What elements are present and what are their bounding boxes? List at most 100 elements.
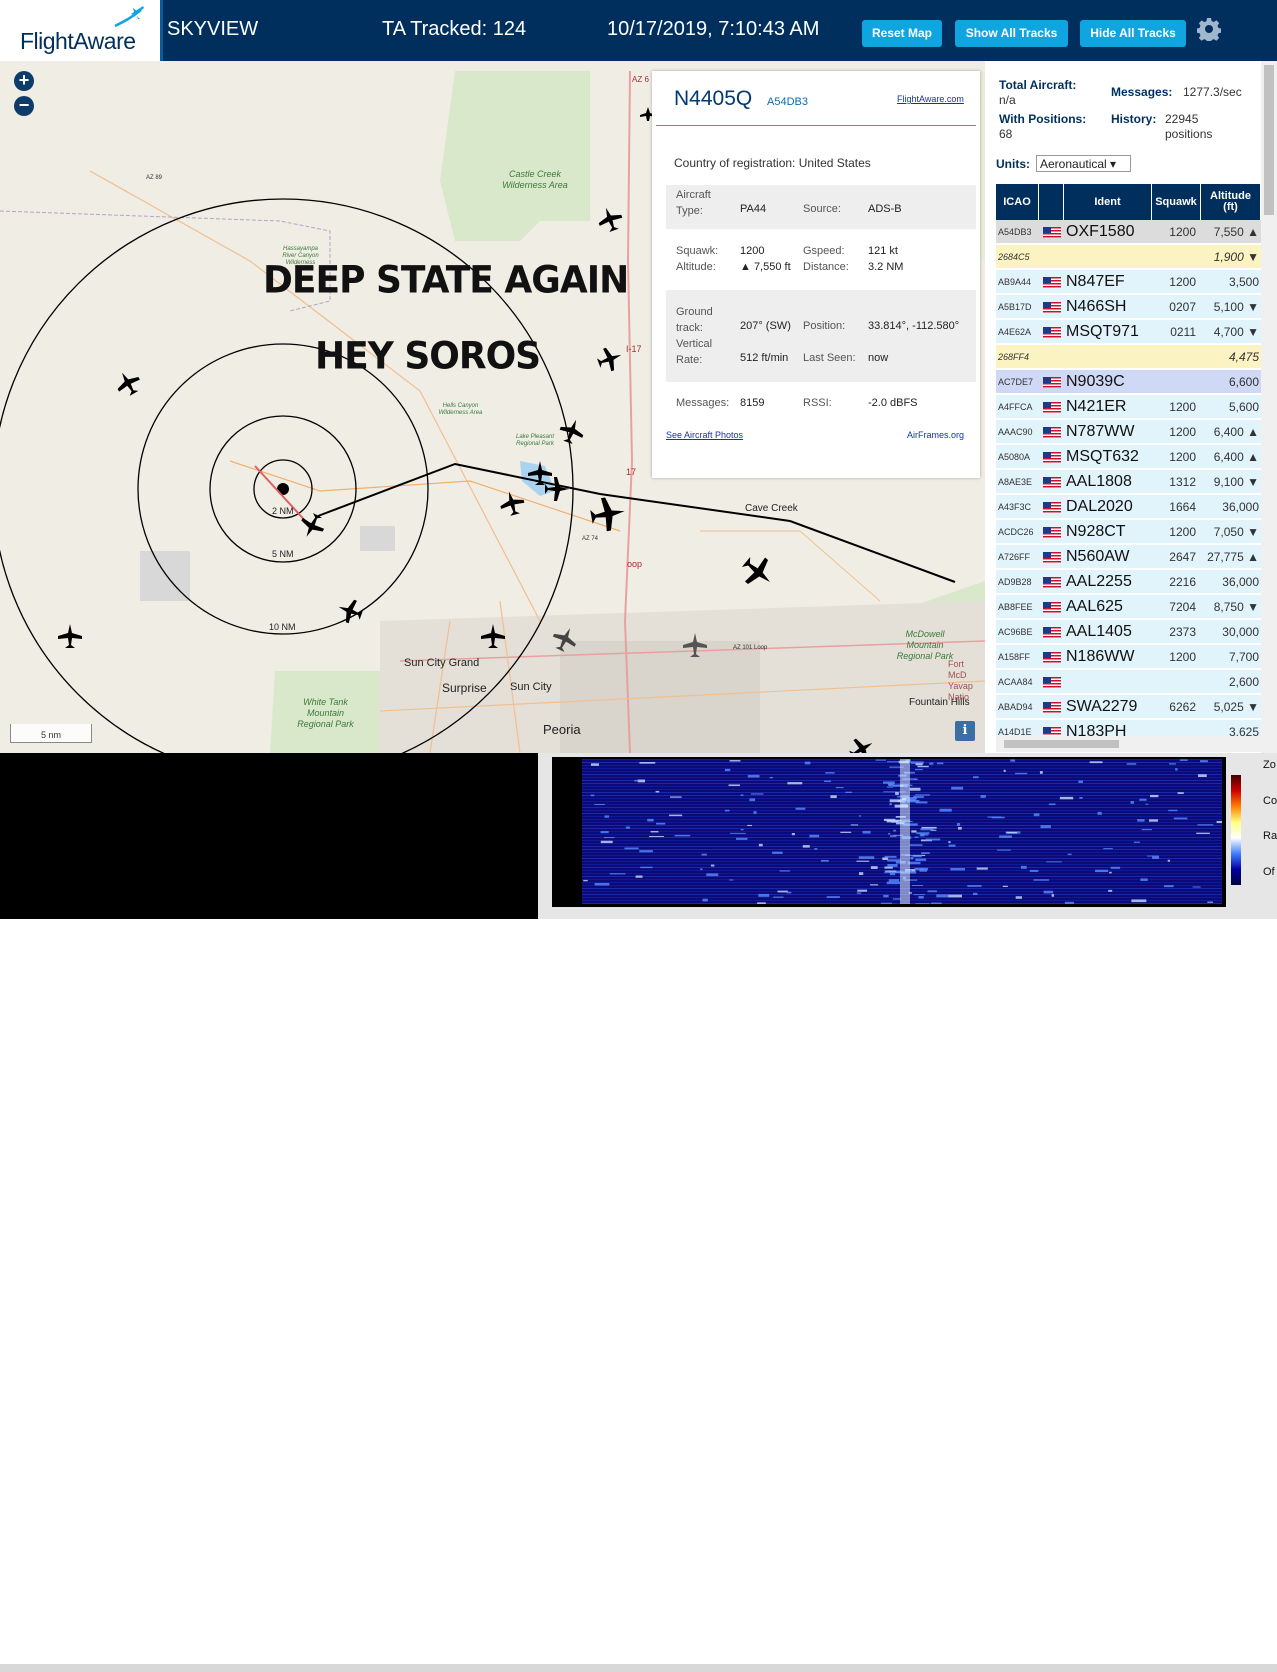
ground-track-value: 207° (SW): [740, 320, 791, 332]
table-row[interactable]: A54DB3OXF158012007,550 ▲: [996, 220, 1261, 244]
waterfall-display[interactable]: [582, 759, 1222, 904]
units-label: Units:: [996, 157, 1030, 171]
flag-cell: [1041, 495, 1061, 519]
flightaware-logo[interactable]: FlightAware: [0, 0, 163, 61]
table-row[interactable]: AC7DE7N9039C6,600: [996, 370, 1261, 394]
altitude-cell: 4,700 ▼: [1201, 320, 1261, 344]
selected-ident: N4405Q: [674, 87, 752, 111]
table-row[interactable]: A158FFN186WW12007,700: [996, 645, 1261, 669]
messages-label: Messages:: [1111, 85, 1172, 99]
waterfall-window: Zo Con Ra Of: [538, 753, 1277, 919]
ident-cell: N847EF: [1064, 270, 1152, 294]
with-positions-value: 68: [999, 127, 1012, 141]
scrollbar-thumb[interactable]: [1264, 65, 1274, 215]
us-flag-icon: [1043, 427, 1061, 438]
table-row[interactable]: ACAA842,600: [996, 670, 1261, 694]
position-value: 33.814°, -112.580°: [868, 320, 959, 332]
altitude-cell: 36,000: [1201, 570, 1261, 594]
reset-map-button[interactable]: Reset Map: [862, 20, 942, 47]
table-row[interactable]: A4E62AMSQT97102114,700 ▼: [996, 320, 1261, 344]
info-button[interactable]: i: [955, 721, 975, 741]
column-header-icao[interactable]: ICAO: [996, 184, 1039, 220]
table-row[interactable]: A43F3CDAL2020166436,000: [996, 495, 1261, 519]
table-row[interactable]: AB8FEEAAL62572048,750 ▼: [996, 595, 1261, 619]
track-block: Ground track: 207° (SW) Position: 33.814…: [666, 290, 976, 382]
icao-cell: A5B17D: [996, 295, 1039, 319]
icao-cell: ACAA84: [996, 670, 1039, 694]
flag-cell: [1041, 295, 1061, 319]
altitude-cell: 4,475: [1201, 345, 1261, 369]
altitude-cell: 5,100 ▼: [1201, 295, 1261, 319]
icao-cell: 268FF4: [996, 345, 1039, 369]
flag-cell: [1041, 520, 1061, 544]
table-row[interactable]: A5B17DN466SH02075,100 ▼: [996, 295, 1261, 319]
icao-cell: 2684C5: [996, 245, 1039, 269]
ident-cell: DAL2020: [1064, 495, 1152, 519]
icao-cell: A5080A: [996, 445, 1039, 469]
gear-icon[interactable]: [1197, 17, 1221, 41]
selected-hex[interactable]: A54DB3: [767, 96, 808, 108]
squawk-cell: [1152, 670, 1200, 694]
scrollbar-thumb[interactable]: [1004, 740, 1119, 748]
airframes-link[interactable]: AirFrames.org: [907, 430, 964, 440]
table-row[interactable]: A5080AMSQT63212006,400 ▲: [996, 445, 1261, 469]
show-all-tracks-button[interactable]: Show All Tracks: [955, 20, 1068, 47]
table-row[interactable]: A14D1EN183PH3,625: [996, 720, 1261, 736]
rssi-value: -2.0 dBFS: [868, 397, 918, 409]
units-select[interactable]: Aeronautical ▾: [1036, 155, 1131, 172]
table-row[interactable]: A8AE3EAAL180813129,100 ▼: [996, 470, 1261, 494]
flag-cell: [1041, 445, 1061, 469]
flag-cell: [1041, 320, 1061, 344]
table-row[interactable]: AAAC90N787WW12006,400 ▲: [996, 420, 1261, 444]
table-row[interactable]: AC96BEAAL1405237330,000: [996, 620, 1261, 644]
us-flag-icon: [1043, 527, 1061, 538]
zoom-out-button[interactable]: −: [14, 96, 34, 116]
aircraft-photos-link[interactable]: See Aircraft Photos: [666, 430, 743, 440]
ident-cell: N928CT: [1064, 520, 1152, 544]
squawk-cell: 1200: [1152, 645, 1200, 669]
taskbar: [0, 1664, 1277, 1672]
last-seen-label: Last Seen:: [803, 352, 856, 364]
table-row[interactable]: AB9A44N847EF12003,500: [996, 270, 1261, 294]
town-label: Surprise: [442, 681, 487, 695]
logo-text: FlightAware: [20, 28, 136, 55]
overlay-text: HEY SOROS: [315, 335, 540, 378]
road-label: oop: [627, 559, 642, 569]
ident-cell: AAL1808: [1064, 470, 1152, 494]
table-row[interactable]: A4FFCAN421ER12005,600: [996, 395, 1261, 419]
flag-cell: [1041, 645, 1061, 669]
ident-cell: N466SH: [1064, 295, 1152, 319]
icao-cell: A158FF: [996, 645, 1039, 669]
zoom-in-button[interactable]: +: [14, 71, 34, 91]
horizontal-scrollbar[interactable]: [996, 736, 1261, 752]
source-value: ADS-B: [868, 203, 902, 215]
table-row[interactable]: ABAD94SWA227962625,025 ▼: [996, 695, 1261, 719]
ident-cell: [1064, 345, 1152, 369]
us-flag-icon: [1043, 377, 1061, 388]
table-row[interactable]: 268FF4 4,475: [996, 345, 1261, 369]
waterfall-canvas: [582, 759, 1222, 904]
flag-cell: [1041, 620, 1061, 644]
flag-cell: [1041, 670, 1061, 694]
table-row[interactable]: ACDC26N928CT12007,050 ▼: [996, 520, 1261, 544]
altitude-cell: 6,400 ▲: [1201, 445, 1261, 469]
contrast-label: Con: [1263, 795, 1277, 807]
table-row[interactable]: AD9B28AAL2255221636,000: [996, 570, 1261, 594]
road-label: AZ 6: [632, 75, 649, 84]
vertical-scrollbar[interactable]: [1261, 61, 1277, 753]
table-row[interactable]: 2684C51,900 ▼: [996, 245, 1261, 269]
altitude-cell: 7,050 ▼: [1201, 520, 1261, 544]
icao-cell: AB9A44: [996, 270, 1039, 294]
column-header-flag[interactable]: [1039, 184, 1064, 220]
column-header-squawk[interactable]: Squawk: [1152, 184, 1201, 220]
flightaware-link[interactable]: FlightAware.com: [897, 94, 964, 104]
ident-cell: N9039C: [1064, 370, 1152, 394]
ident-cell: AAL625: [1064, 595, 1152, 619]
column-header-altitude[interactable]: Altitude (ft): [1201, 184, 1261, 220]
altitude-cell: 9,100 ▼: [1201, 470, 1261, 494]
us-flag-icon: [1043, 477, 1061, 488]
table-row[interactable]: A726FFN560AW264727,775 ▲: [996, 545, 1261, 569]
hide-all-tracks-button[interactable]: Hide All Tracks: [1080, 20, 1186, 47]
column-header-ident[interactable]: Ident: [1064, 184, 1152, 220]
squawk-cell: 1200: [1152, 520, 1200, 544]
